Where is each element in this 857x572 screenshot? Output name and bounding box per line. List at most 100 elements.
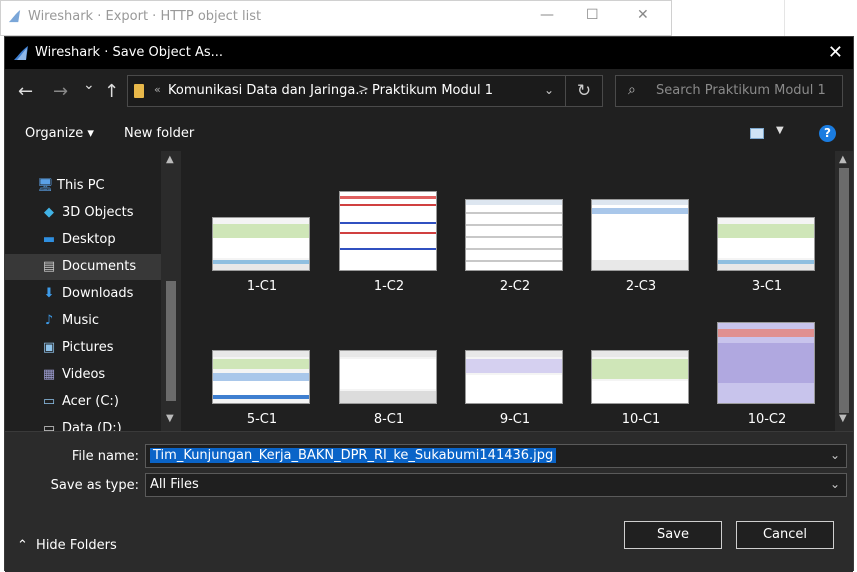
thumbnail-detail (466, 260, 562, 262)
thumbnail-detail (213, 351, 309, 357)
scroll-down-icon[interactable]: ▼ (839, 413, 847, 424)
download-icon: ⬇ (43, 286, 55, 301)
nav-item-this-pc[interactable]: 🖥 This PC (5, 173, 161, 199)
breadcrumb-item[interactable]: Komunikasi Data dan Jaringa... (168, 83, 368, 98)
back-button[interactable]: ← (18, 81, 33, 102)
thumbnail-detail (340, 232, 436, 234)
cancel-button[interactable]: Cancel (736, 521, 834, 549)
save-button[interactable]: Save (624, 521, 722, 549)
organize-button[interactable]: Organize ▾ (25, 126, 94, 141)
search-input[interactable] (654, 82, 838, 99)
videos-icon: ▦ (42, 367, 56, 382)
save-dialog: Wireshark · Save Object As... ✕ ← → ⌄ ↑ … (4, 36, 854, 572)
thumbnail-detail (466, 359, 562, 373)
file-item[interactable]: 3-C1 (707, 161, 817, 294)
nav-item-documents[interactable]: ▤ Documents (5, 254, 161, 280)
thumbnail-detail (718, 343, 814, 383)
close-icon[interactable]: ✕ (828, 42, 843, 63)
thumbnail-detail (213, 395, 309, 399)
thumbnail-detail (592, 260, 688, 270)
scroll-up-icon[interactable]: ▲ (166, 154, 174, 165)
file-item[interactable]: 1-C2 (329, 161, 439, 294)
file-item[interactable]: 5-C1 (202, 294, 312, 427)
file-name: 10-C2 (747, 412, 787, 427)
scroll-up-icon[interactable]: ▲ (839, 154, 847, 165)
file-thumbnail (465, 350, 563, 404)
nav-item-label: 3D Objects (62, 205, 134, 220)
file-name: 10-C1 (621, 412, 661, 427)
nav-item-3d-objects[interactable]: ◆ 3D Objects (5, 200, 161, 226)
up-button[interactable]: ↑ (104, 81, 119, 102)
scrollbar-thumb[interactable] (839, 168, 849, 413)
file-thumbnail (591, 350, 689, 404)
documents-icon: ▤ (42, 259, 56, 274)
minimize-button[interactable]: — (540, 7, 554, 23)
file-item[interactable]: 1-C1 (202, 161, 312, 294)
thumbnail-detail (340, 204, 436, 206)
nav-item-label: Documents (62, 259, 137, 274)
nav-item-desktop[interactable]: ▬ Desktop (5, 227, 161, 253)
file-item[interactable]: 10-C2 (707, 294, 817, 427)
view-icon[interactable] (750, 128, 764, 139)
thumbnail-detail (466, 248, 562, 250)
address-bar[interactable]: « Komunikasi Data dan Jaringa... > Prakt… (127, 75, 603, 107)
maximize-button[interactable]: ☐ (586, 7, 599, 23)
chevron-down-icon[interactable]: ⌄ (830, 477, 840, 491)
chevron-down-icon[interactable]: ⌄ (544, 83, 554, 97)
file-item[interactable]: 10-C1 (581, 294, 691, 427)
chevron-down-icon[interactable]: ⌄ (830, 448, 840, 462)
file-item[interactable]: 2-C2 (455, 161, 565, 294)
thumbnail-detail (466, 224, 562, 226)
save-as-type-select[interactable]: All Files ⌄ (145, 473, 847, 497)
navigation-scrollbar[interactable]: ▲ ▼ (161, 151, 181, 431)
file-name-value[interactable]: Tim_Kunjungan_Kerja_BAKN_DPR_RI_ke_Sukab… (150, 448, 557, 463)
nav-item-acer-c[interactable]: ▭ Acer (C:) (5, 389, 161, 415)
save-as-type-value[interactable]: All Files (150, 477, 199, 492)
thumbnail-detail (340, 248, 436, 250)
computer-icon: 🖥 (37, 178, 54, 193)
help-button[interactable]: ? (819, 125, 836, 142)
hide-folders-label: Hide Folders (36, 538, 117, 553)
background-close-button[interactable]: ✕ (637, 7, 649, 23)
thumbnail-detail (213, 373, 309, 381)
thumbnail-detail (718, 238, 814, 258)
nav-item-music[interactable]: ♪ Music (5, 308, 161, 334)
file-name: 1-C1 (246, 279, 278, 294)
thumbnail-detail (718, 264, 814, 270)
file-item[interactable]: 2-C3 (581, 161, 691, 294)
thumbnail-detail (213, 264, 309, 270)
nav-item-label: Acer (C:) (62, 394, 119, 409)
music-icon: ♪ (44, 313, 54, 328)
thumbnail-detail (466, 212, 562, 214)
search-box[interactable]: ⌕ (615, 75, 843, 107)
scrollbar-thumb[interactable] (166, 281, 176, 401)
file-item[interactable]: 9-C1 (455, 294, 565, 427)
file-name-field[interactable]: Tim_Kunjungan_Kerja_BAKN_DPR_RI_ke_Sukab… (145, 444, 847, 468)
thumbnail-detail (592, 200, 688, 205)
recent-locations-button[interactable]: ⌄ (83, 77, 95, 93)
save-form: File name: Tim_Kunjungan_Kerja_BAKN_DPR_… (5, 431, 853, 572)
nav-item-downloads[interactable]: ⬇ Downloads (5, 281, 161, 307)
nav-item-videos[interactable]: ▦ Videos (5, 362, 161, 388)
scroll-down-icon[interactable]: ▼ (166, 413, 174, 424)
view-dropdown-icon[interactable]: ▼ (776, 125, 784, 136)
breadcrumb-separator-icon[interactable]: > (358, 82, 369, 97)
dialog-titlebar: Wireshark · Save Object As... ✕ (5, 37, 853, 69)
refresh-button[interactable]: ↻ (565, 76, 602, 106)
breadcrumb-item[interactable]: Praktikum Modul 1 (372, 83, 493, 98)
nav-item-pictures[interactable]: ▣ Pictures (5, 335, 161, 361)
overflow-icon[interactable]: « (154, 83, 161, 96)
file-list-scrollbar[interactable]: ▲ ▼ (835, 151, 853, 431)
forward-button[interactable]: → (53, 81, 68, 102)
new-folder-button[interactable]: New folder (124, 126, 194, 141)
thumbnail-detail (466, 236, 562, 238)
nav-item-label: Music (62, 313, 99, 328)
hide-folders-button[interactable]: ⌃ Hide Folders (17, 538, 117, 553)
file-name: 5-C1 (246, 412, 278, 427)
thumbnail-detail (466, 351, 562, 357)
file-name: 8-C1 (373, 412, 405, 427)
file-item[interactable]: 8-C1 (329, 294, 439, 427)
thumbnail-detail (340, 359, 436, 389)
toolbar: Organize ▾ New folder ▼ ? (5, 117, 853, 151)
thumbnail-detail (592, 381, 688, 403)
